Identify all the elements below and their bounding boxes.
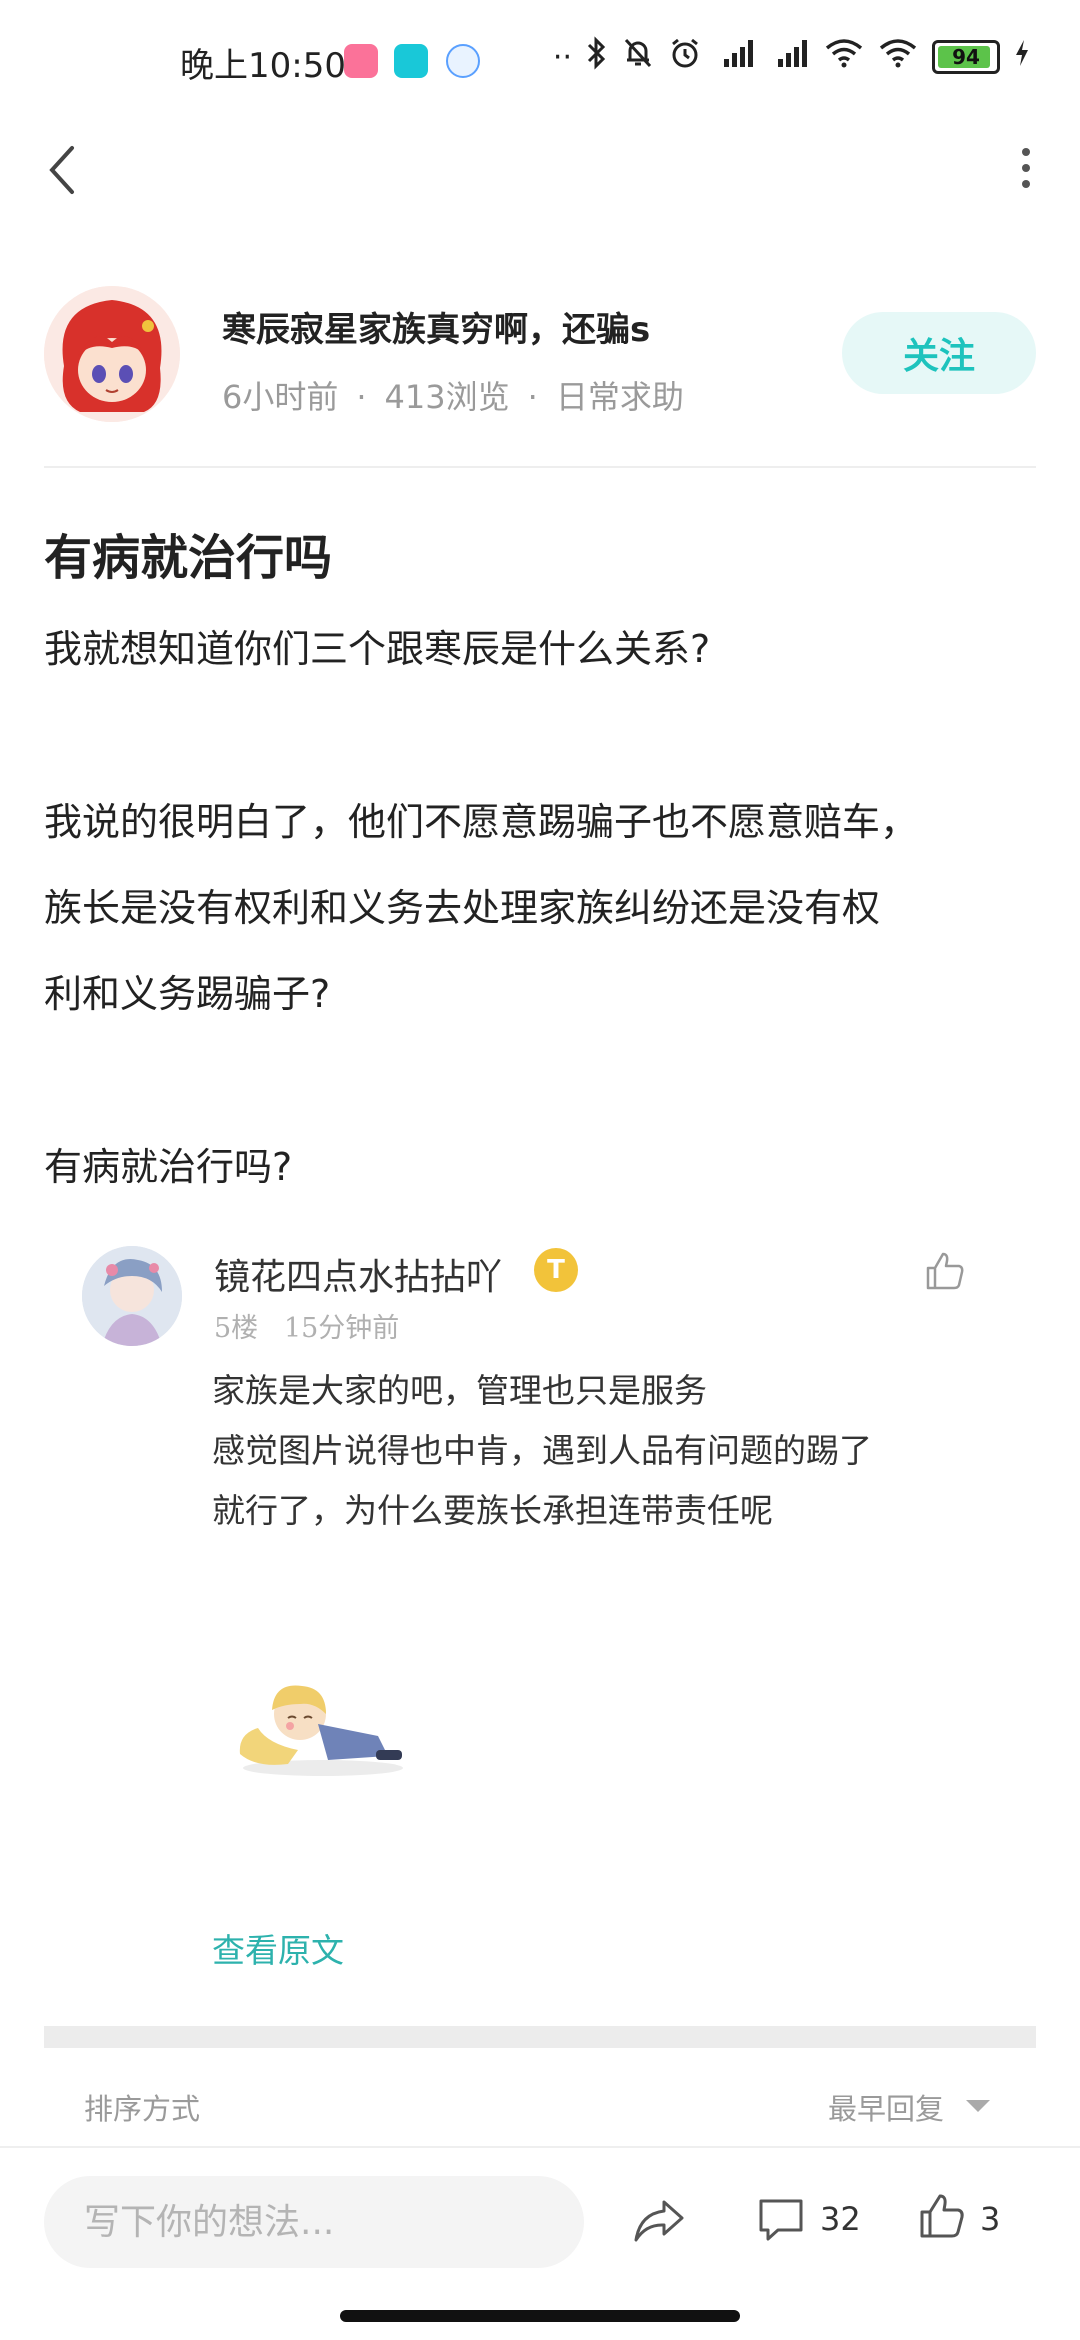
- post-category[interactable]: 日常求助: [556, 378, 684, 416]
- comment-button[interactable]: [756, 2196, 806, 2244]
- thumbs-up-icon: [920, 2194, 964, 2238]
- post-paragraph: 利和义务踢骗子?: [44, 972, 331, 1016]
- thumbs-up-icon: [926, 1252, 964, 1290]
- comment-count: 32: [820, 2200, 861, 2238]
- post-paragraph: 有病就治行吗?: [44, 1145, 293, 1189]
- reply-text-line: 就行了，为什么要族长承担连带责任呢: [212, 1491, 773, 1530]
- view-count: 413浏览: [384, 378, 510, 416]
- reply-text-line: 家族是大家的吧，管理也只是服务: [212, 1371, 707, 1410]
- sort-dropdown[interactable]: 最早回复: [828, 2086, 944, 2128]
- level-badge: T: [534, 1248, 578, 1292]
- post-meta: 6小时前 · 413浏览 · 日常求助: [222, 372, 684, 418]
- section-separator: [44, 2026, 1036, 2048]
- status-icons: ·· 94: [553, 36, 1030, 78]
- more-options-button[interactable]: [1016, 146, 1036, 190]
- like-count: 3: [980, 2200, 1001, 2238]
- avatar-image: [44, 286, 180, 422]
- bluetooth-icon: [586, 36, 608, 78]
- view-original-link[interactable]: 查看原文: [212, 1924, 344, 1972]
- tap-app-icon: [394, 44, 428, 78]
- avatar-image: [82, 1246, 182, 1346]
- home-indicator[interactable]: [340, 2310, 740, 2322]
- status-time: 晚上10:50: [180, 46, 346, 86]
- signal-hd-icon-1: [716, 37, 756, 77]
- alarm-icon: [668, 36, 702, 78]
- share-icon: [634, 2200, 684, 2242]
- reply-avatar[interactable]: [82, 1246, 182, 1346]
- reply-time: 15分钟前: [283, 1313, 400, 1344]
- post-time: 6小时前: [222, 378, 339, 416]
- post-title: 有病就治行吗: [44, 530, 333, 586]
- comment-icon: [759, 2199, 803, 2241]
- more-vertical-icon: [1022, 148, 1030, 188]
- back-button[interactable]: [44, 140, 84, 200]
- comment-input[interactable]: [44, 2176, 584, 2268]
- battery-level: 94: [952, 45, 980, 69]
- author-avatar[interactable]: [44, 286, 180, 422]
- meta-separator: ·: [527, 378, 538, 416]
- wifi-icon-1: [824, 38, 864, 76]
- post-paragraph: 我就想知道你们三个跟寒辰是什么关系?: [44, 627, 711, 671]
- like-button[interactable]: [918, 2192, 966, 2240]
- app-notification-icon: [446, 44, 480, 78]
- follow-button[interactable]: 关注: [842, 312, 1036, 394]
- reply-floor: 5楼: [214, 1313, 259, 1344]
- reply-text-line: 感觉图片说得也中肯，遇到人品有问题的踢了: [212, 1431, 872, 1470]
- chevron-left-icon: [49, 146, 74, 194]
- caret-down-icon[interactable]: [966, 2100, 990, 2112]
- post-paragraph: 族长是没有权利和义务去处理家族纠纷还是没有权: [44, 886, 881, 930]
- reply-sticker-image[interactable]: [228, 1664, 418, 1784]
- battery-icon: 94: [932, 40, 1000, 74]
- meta-separator: ·: [356, 378, 367, 416]
- reply-username[interactable]: 镜花四点水拈拈吖: [214, 1248, 502, 1300]
- reply-like-button[interactable]: [924, 1250, 966, 1292]
- bilibili-app-icon: [344, 44, 378, 78]
- post-detail-screen: 晚上10:50 ·· 94 寒辰寂星家族真穷啊，还骗s 6小时前 · 413浏览…: [0, 0, 1080, 2340]
- sort-label: 排序方式: [84, 2092, 201, 2126]
- signal-hd-icon-2: [770, 37, 810, 77]
- author-name[interactable]: 寒辰寂星家族真穷啊，还骗s: [222, 302, 650, 351]
- wifi-icon-2: [878, 38, 918, 76]
- status-bar: 晚上10:50 ·· 94: [0, 0, 1080, 120]
- mute-bell-icon: [622, 36, 654, 78]
- sleeping-character-sticker: [239, 1685, 403, 1776]
- reply-meta: 5楼 15分钟前: [214, 1306, 399, 1345]
- charging-icon: [1014, 38, 1030, 76]
- more-dots-icon: ··: [552, 39, 572, 75]
- share-button[interactable]: [632, 2196, 686, 2246]
- bottom-bar-divider: [0, 2146, 1080, 2148]
- header-divider: [44, 466, 1036, 468]
- post-paragraph: 我说的很明白了，他们不愿意踢骗子也不愿意赔车，: [44, 800, 919, 844]
